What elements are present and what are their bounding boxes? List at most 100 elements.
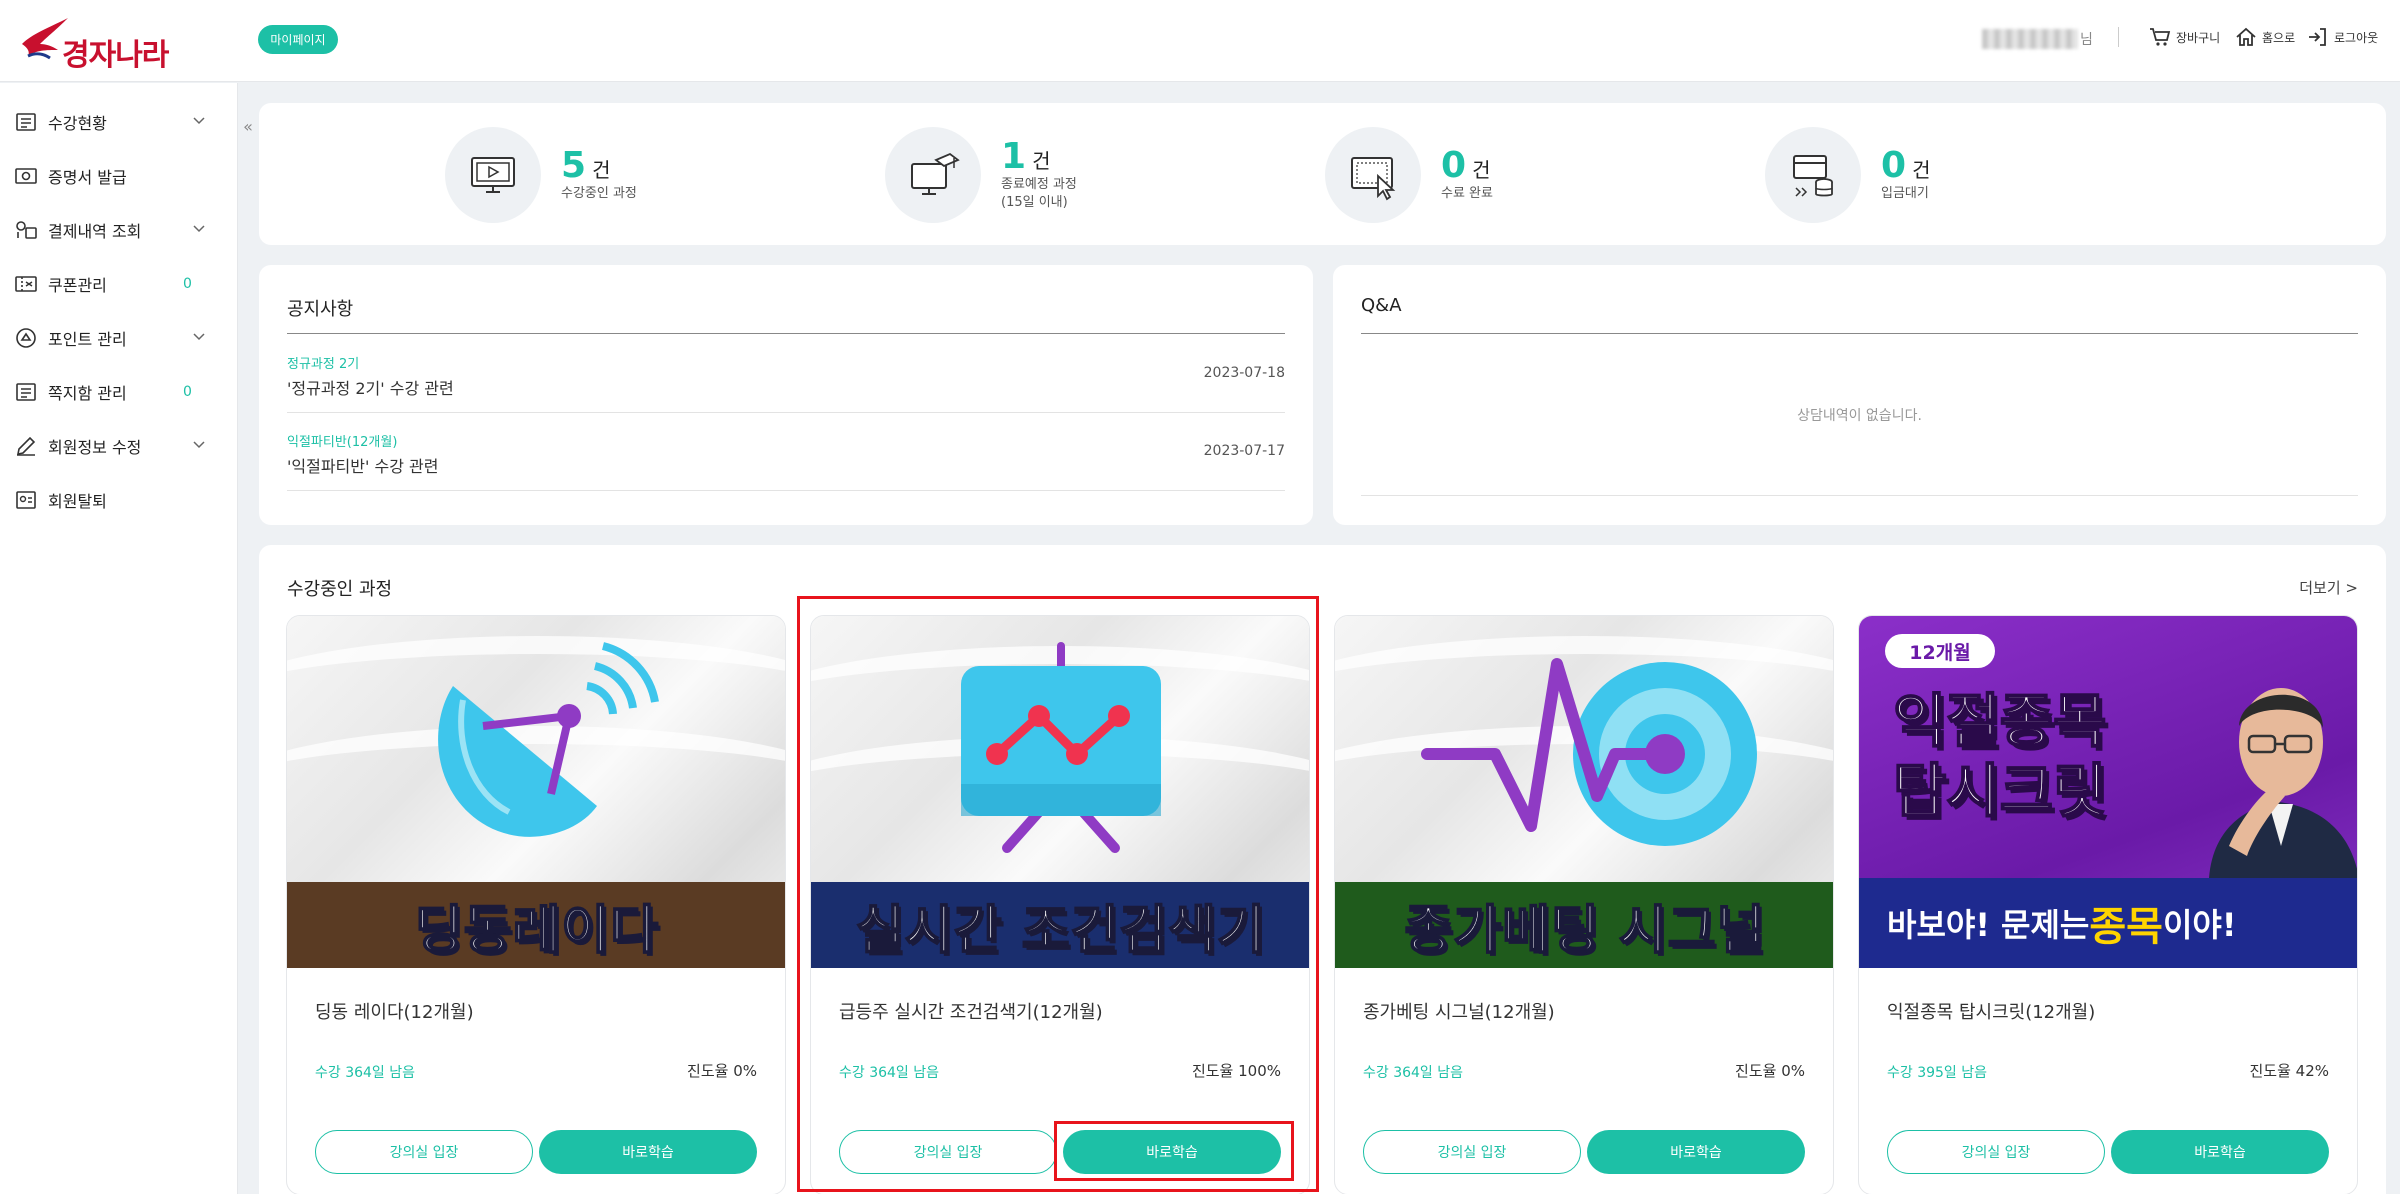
logout-icon [2309, 28, 2326, 46]
course-card: 종가베팅 시그널 종가베팅 시그널(12개월) 수강 364일 남음 진도율 0… [1334, 615, 1834, 1194]
sidebar-item-withdraw[interactable]: 회원탈퇴 [0, 473, 238, 527]
course-remaining-days: 수강 395일 남음 [1887, 1065, 1988, 1081]
sidebar-item-label: 결제내역 조회 [48, 222, 142, 241]
course-thumbnail[interactable]: 실시간 조건검색기 [811, 616, 1309, 968]
enter-classroom-button[interactable]: 강의실 입장 [315, 1130, 533, 1174]
chevron-down-icon [193, 117, 205, 125]
cart-icon [2150, 28, 2171, 46]
stat-pending-payment[interactable]: 0건 입금대기 [1765, 127, 1930, 223]
stat-label: 수료 완료 [1441, 186, 1493, 201]
mypage-button[interactable]: 마이페이지 [258, 25, 338, 54]
course-title[interactable]: 익절종목 탑시크릿(12개월) [1887, 998, 2095, 1024]
course-progress: 진도율 0% [1735, 1062, 1805, 1080]
sidebar-item-payment[interactable]: 결제내역 조회 [0, 203, 238, 257]
promo-title: 익절종목 탑시크릿 [1892, 686, 2107, 826]
sidebar-item-certificate[interactable]: 증명서 발급 [0, 149, 238, 203]
promo-tag: 12개월 [1885, 634, 1995, 668]
course-remaining-days: 수강 364일 남음 [315, 1065, 416, 1081]
notice-title: 공지사항 [287, 299, 354, 320]
sidebar-item-point[interactable]: 포인트 관리 [0, 311, 238, 365]
cart-link[interactable]: 장바구니 [2148, 25, 2220, 49]
enter-classroom-button[interactable]: 강의실 입장 [1363, 1130, 1581, 1174]
study-now-button[interactable]: 바로학습 [2111, 1130, 2329, 1174]
qa-empty-message: 상담내역이 없습니다. [1797, 408, 1922, 424]
notice-divider [287, 333, 1285, 334]
point-icon [16, 328, 36, 348]
user-greeting: 님 [1982, 29, 2093, 49]
notice-date: 2023-07-17 [1203, 443, 1285, 459]
course-title[interactable]: 딩동 레이다(12개월) [315, 998, 474, 1024]
study-now-button[interactable]: 바로학습 [1587, 1130, 1805, 1174]
stat-icon-circle [1765, 127, 1861, 223]
instructor-photo [2209, 688, 2357, 878]
graduation-monitor-icon [911, 152, 960, 195]
course-title[interactable]: 종가베팅 시그널(12개월) [1363, 998, 1555, 1024]
message-icon [16, 383, 36, 401]
sidebar-item-member-edit[interactable]: 회원정보 수정 [0, 419, 238, 473]
chevron-down-icon [193, 441, 205, 449]
stat-unit: 건 [1472, 158, 1491, 182]
top-header: 경자나라 마이페이지 님 장바구니 홈으로 로그아웃 [0, 0, 2400, 82]
stat-ending-soon[interactable]: 1건 종료예정 과정 (15일 이내) [885, 127, 1077, 223]
course-thumbnail[interactable]: 딩동레이다 [287, 616, 785, 968]
course-progress: 진도율 42% [2249, 1062, 2329, 1080]
course-card: 딩동레이다 딩동 레이다(12개월) 수강 364일 남음 진도율 0% 강의실… [286, 615, 786, 1194]
monitor-play-icon [471, 157, 515, 193]
chevron-down-icon [193, 225, 205, 233]
qa-title: Q&A [1361, 295, 1402, 316]
course-progress: 진도율 100% [1191, 1062, 1281, 1080]
home-link[interactable]: 홈으로 [2234, 25, 2295, 49]
sidebar: 수강현황 증명서 발급 결제내역 조회 쿠폰관리 0 포인트 관리 쪽지함 관리… [0, 83, 238, 1194]
qa-panel: Q&A 상담내역이 없습니다. [1333, 265, 2386, 525]
sidebar-item-course-status[interactable]: 수강현황 [0, 95, 238, 149]
coupon-icon [15, 276, 37, 292]
list-icon [16, 113, 36, 131]
stat-in-progress[interactable]: 5건 수강중인 과정 [445, 127, 637, 223]
promo-slogan-highlight: 종목 [2089, 904, 2163, 950]
pencil-icon [16, 436, 36, 456]
notice-item-title[interactable]: '익절파티반' 수강 관련 [287, 453, 438, 477]
chevron-down-icon [193, 333, 205, 341]
courses-title: 수강중인 과정 [287, 579, 393, 600]
enter-classroom-button[interactable]: 강의실 입장 [1887, 1130, 2105, 1174]
course-remaining-days: 수강 364일 남음 [1363, 1065, 1464, 1081]
card-coins-icon [1793, 155, 1833, 197]
logout-link[interactable]: 로그아웃 [2306, 25, 2378, 49]
stat-icon-circle [1325, 127, 1421, 223]
course-card: 실시간 조건검색기 급등주 실시간 조건검색기(12개월) 수강 364일 남음… [810, 615, 1310, 1194]
notice-item[interactable]: 익절파티반(12개월) '익절파티반' 수강 관련 2023-07-17 [287, 413, 1285, 491]
home-icon [2236, 27, 2256, 46]
logout-label: 로그아웃 [2334, 30, 2379, 45]
study-now-button[interactable]: 바로학습 [1063, 1130, 1281, 1174]
logo-text: 경자나라 [62, 38, 169, 73]
sidebar-item-label: 증명서 발급 [48, 168, 127, 187]
withdraw-icon [16, 491, 36, 509]
qa-divider [1361, 333, 2358, 334]
sidebar-item-message[interactable]: 쪽지함 관리 0 [0, 365, 238, 419]
certificate-click-icon [1351, 157, 1396, 201]
course-thumbnail[interactable]: 종가베팅 시그널 [1335, 616, 1833, 968]
stat-count: 0 [1881, 145, 1907, 186]
promo-slogan: 바보야! 문제는 종목 이야! [1859, 878, 2357, 968]
enter-classroom-button[interactable]: 강의실 입장 [839, 1130, 1057, 1174]
stat-icon-circle [445, 127, 541, 223]
sidebar-collapse-button[interactable]: « [238, 110, 258, 142]
qa-bottom-divider [1361, 495, 2358, 496]
stat-label: 입금대기 [1881, 186, 1929, 201]
stats-panel: 5건 수강중인 과정 1건 종료예정 과정 (15일 이내) 0건 수료 완료 … [259, 103, 2386, 245]
notice-item[interactable]: 정규과정 2기 '정규과정 2기' 수강 관련 2023-07-18 [287, 335, 1285, 413]
blurred-username [1982, 29, 2078, 49]
message-count: 0 [183, 384, 192, 400]
course-thumbnail[interactable]: 12개월 익절종목 탑시크릿 바보야! 문제는 종목 이야! [1859, 616, 2357, 968]
sidebar-item-coupon[interactable]: 쿠폰관리 0 [0, 257, 238, 311]
notice-item-title[interactable]: '정규과정 2기' 수강 관련 [287, 375, 454, 399]
stat-completed[interactable]: 0건 수료 완료 [1325, 127, 1493, 223]
site-logo[interactable]: 경자나라 [18, 12, 198, 73]
cart-label: 장바구니 [2176, 30, 2221, 45]
header-divider [2118, 27, 2119, 47]
stat-unit: 건 [1912, 158, 1931, 182]
more-link[interactable]: 더보기 > [2299, 577, 2358, 598]
home-label: 홈으로 [2262, 30, 2296, 45]
course-title[interactable]: 급등주 실시간 조건검색기(12개월) [839, 998, 1103, 1024]
study-now-button[interactable]: 바로학습 [539, 1130, 757, 1174]
